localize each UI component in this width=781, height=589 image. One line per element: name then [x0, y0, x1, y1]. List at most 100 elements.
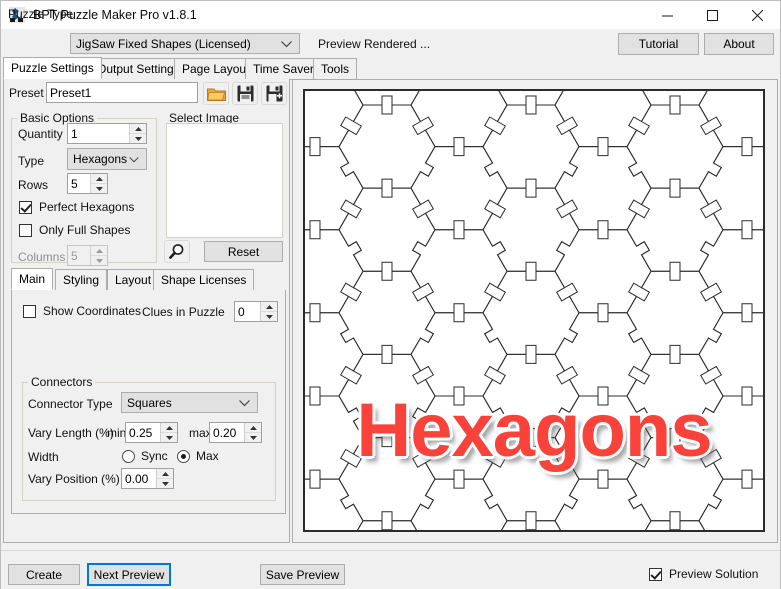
spin-up-icon[interactable]	[161, 423, 177, 433]
save-as-icon[interactable]	[261, 82, 287, 105]
preset-input[interactable]: Preset1	[46, 82, 198, 103]
only-full-shapes-checkbox[interactable]: Only Full Shapes	[19, 223, 130, 237]
quantity-stepper[interactable]: 1	[67, 123, 147, 144]
puzzle-type-dropdown[interactable]: JigSaw Fixed Shapes (Licensed)	[70, 33, 300, 54]
puzzle-preview-canvas[interactable]: Hexagons	[303, 89, 765, 532]
width-sync-radio[interactable]: Sync	[122, 449, 168, 463]
minimize-icon[interactable]	[645, 1, 690, 29]
width-max-label: Max	[196, 449, 219, 463]
tutorial-button[interactable]: Tutorial	[618, 33, 699, 55]
window-controls	[645, 1, 780, 29]
create-button[interactable]: Create	[8, 564, 80, 585]
close-icon[interactable]	[735, 1, 780, 29]
perfect-hexagons-label: Perfect Hexagons	[39, 200, 135, 214]
type-value: Hexagons	[73, 152, 128, 166]
vary-position-value: 0.00	[125, 471, 149, 486]
preview-status-text: Preview Rendered ...	[318, 37, 431, 51]
width-label: Width	[28, 450, 59, 464]
width-sync-label: Sync	[141, 449, 168, 463]
tab-tools[interactable]: Tools	[313, 58, 358, 79]
perfect-hexagons-checkbox[interactable]: Perfect Hexagons	[19, 200, 134, 214]
clues-value: 0	[238, 304, 245, 319]
save-icon[interactable]	[232, 82, 258, 105]
checkbox-icon	[23, 304, 36, 318]
quantity-spin-buttons[interactable]	[129, 124, 146, 143]
rows-stepper[interactable]: 5	[67, 173, 108, 194]
spin-down-icon[interactable]	[130, 134, 146, 143]
preview-solution-label: Preview Solution	[669, 567, 759, 581]
application-window: BPT Puzzle Maker Pro v1.8.1 Puzzle Type …	[0, 0, 781, 589]
spin-down-icon	[91, 256, 107, 265]
vary-length-min-stepper[interactable]: 0.25	[125, 422, 178, 443]
rows-value: 5	[71, 176, 78, 191]
width-max-radio[interactable]: Max	[177, 449, 219, 463]
quantity-label: Quantity	[18, 127, 63, 141]
tab-time-saver[interactable]: Time Saver	[245, 58, 322, 79]
spin-down-icon[interactable]	[245, 433, 261, 442]
clues-label: Clues in Puzzle	[142, 305, 225, 319]
tab-main[interactable]: Main	[11, 268, 54, 290]
connector-type-label: Connector Type	[28, 397, 113, 411]
connector-type-dropdown[interactable]: Squares	[121, 392, 258, 413]
spin-down-icon[interactable]	[91, 184, 107, 193]
connectors-title: Connectors	[28, 375, 96, 389]
spin-down-icon[interactable]	[261, 312, 277, 321]
vary-position-stepper[interactable]: 0.00	[121, 468, 174, 489]
tab-output-settings[interactable]: Output Settings	[89, 58, 188, 79]
type-dropdown[interactable]: Hexagons	[67, 148, 147, 170]
tab-puzzle-settings[interactable]: Puzzle Settings	[3, 57, 102, 79]
vary-position-label: Vary Position (%)	[28, 472, 120, 486]
show-coordinates-checkbox[interactable]: Show Coordinates	[23, 304, 141, 318]
show-coordinates-label: Show Coordinates	[43, 304, 142, 318]
spin-up-icon[interactable]	[91, 174, 107, 184]
max-spin-buttons[interactable]	[244, 423, 261, 442]
columns-value: 5	[71, 248, 78, 263]
vary-length-min-value: 0.25	[129, 425, 153, 440]
min-label: min	[107, 426, 127, 440]
checkbox-icon	[19, 200, 32, 214]
maximize-icon[interactable]	[690, 1, 735, 29]
radio-icon-selected	[177, 449, 190, 463]
vary-length-label: Vary Length (%)	[28, 426, 114, 440]
chevron-down-icon	[239, 396, 250, 410]
puzzle-type-label: Puzzle Type	[8, 7, 74, 21]
spin-up-icon	[91, 246, 107, 256]
clues-spin-buttons[interactable]	[260, 302, 277, 321]
select-image-preview[interactable]	[166, 123, 283, 238]
checkbox-icon	[19, 223, 32, 237]
puzzle-type-value: JigSaw Fixed Shapes (Licensed)	[76, 36, 251, 51]
spin-down-icon[interactable]	[161, 433, 177, 442]
magnifier-icon[interactable]	[164, 240, 190, 263]
tab-shape-licenses[interactable]: Shape Licenses	[153, 269, 255, 290]
checkbox-icon	[649, 567, 662, 581]
rows-spin-buttons[interactable]	[90, 174, 107, 193]
spin-up-icon[interactable]	[130, 124, 146, 134]
vary-length-max-stepper[interactable]: 0.20	[209, 422, 262, 443]
preview-solution-checkbox[interactable]: Preview Solution	[649, 567, 758, 581]
save-preview-button[interactable]: Save Preview	[260, 564, 345, 585]
tab-layout[interactable]: Layout	[107, 269, 160, 290]
next-preview-button[interactable]: Next Preview	[87, 563, 171, 586]
spin-up-icon[interactable]	[157, 469, 173, 479]
clues-stepper[interactable]: 0	[234, 301, 278, 322]
chevron-down-icon	[281, 37, 292, 51]
spin-up-icon[interactable]	[245, 423, 261, 433]
vary-length-max-value: 0.20	[213, 425, 237, 440]
vary-position-spin-buttons[interactable]	[156, 469, 173, 488]
chevron-down-icon	[129, 152, 139, 166]
spin-up-icon[interactable]	[261, 302, 277, 312]
about-button[interactable]: About	[704, 33, 774, 55]
folder-open-icon[interactable]	[203, 82, 229, 105]
type-label: Type	[18, 154, 45, 168]
reset-image-button[interactable]: Reset	[204, 241, 283, 262]
rows-label: Rows	[18, 178, 49, 192]
tab-styling[interactable]: Styling	[55, 269, 108, 290]
min-spin-buttons[interactable]	[160, 423, 177, 442]
hexagon-puzzle-graphic	[305, 91, 763, 530]
radio-icon	[122, 449, 135, 463]
spin-down-icon[interactable]	[157, 479, 173, 488]
only-full-shapes-label: Only Full Shapes	[39, 223, 131, 237]
columns-spin-buttons	[90, 246, 107, 265]
columns-stepper: 5	[67, 245, 108, 266]
preset-label: Preset	[9, 86, 44, 100]
